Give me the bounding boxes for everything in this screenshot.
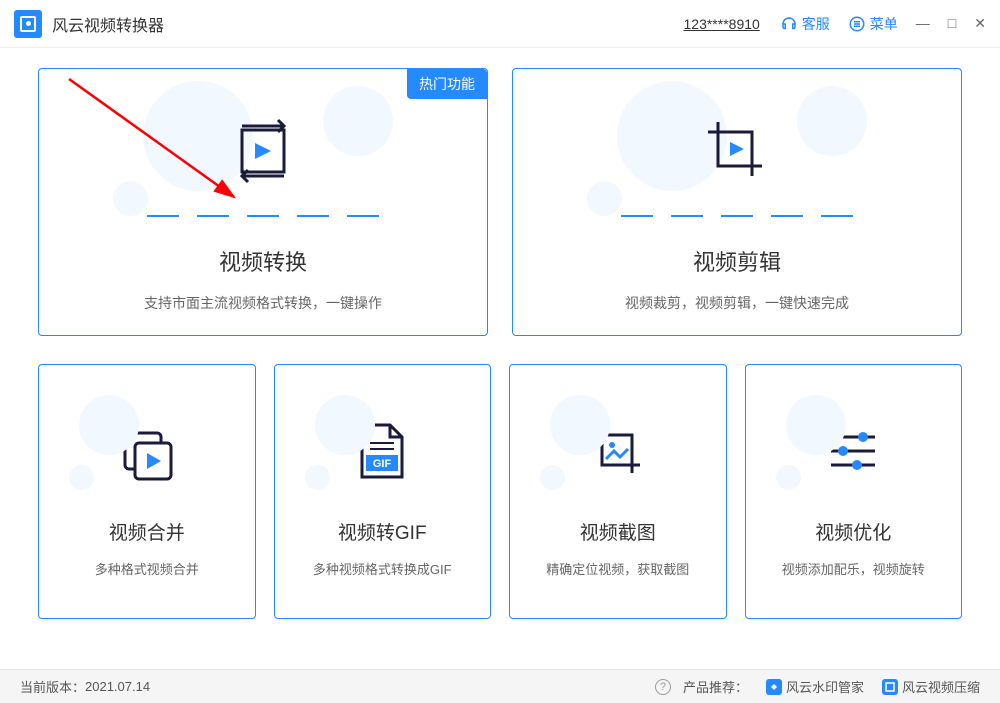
convert-icon [228, 116, 298, 186]
card-title: 视频截图 [580, 518, 656, 545]
app-logo [14, 10, 42, 38]
account-id[interactable]: 123****8910 [684, 16, 760, 32]
app-badge-icon [882, 679, 898, 695]
version-value: 2021.07.14 [85, 679, 150, 694]
main-content: 热门功能 视频转换 支持市面主流视频格式转换，一键操作 视频剪辑 视频裁剪，视频… [0, 48, 1000, 629]
recommend-watermark[interactable]: 风云水印管家 [766, 677, 864, 696]
card-video-gif[interactable]: GIF 视频转GIF 多种视频格式转换成GIF [274, 364, 492, 619]
card-subtitle: 视频裁剪，视频剪辑，一键快速完成 [625, 293, 849, 313]
card-video-merge[interactable]: 视频合并 多种格式视频合并 [38, 364, 256, 619]
card-video-optimize[interactable]: 视频优化 视频添加配乐，视频旋转 [745, 364, 963, 619]
card-subtitle: 多种格式视频合并 [95, 559, 199, 578]
recommend-label: 产品推荐： [683, 677, 748, 696]
divider [147, 215, 379, 217]
maximize-button[interactable]: □ [948, 15, 956, 32]
divider [621, 215, 853, 217]
card-video-edit[interactable]: 视频剪辑 视频裁剪，视频剪辑，一键快速完成 [512, 68, 962, 336]
menu-icon [848, 15, 866, 33]
card-subtitle: 精确定位视频，获取截图 [546, 559, 689, 578]
titlebar: 风云视频转换器 123****8910 客服 菜单 — □ ✕ [0, 0, 1000, 48]
card-title: 视频优化 [815, 518, 891, 545]
statusbar: 当前版本： 2021.07.14 ? 产品推荐： 风云水印管家 风云视频压缩 [0, 669, 1000, 703]
recommend-compress[interactable]: 风云视频压缩 [882, 677, 980, 696]
app-badge-icon [766, 679, 782, 695]
card-title: 视频转GIF [338, 518, 427, 545]
crop-icon [702, 116, 772, 186]
svg-text:GIF: GIF [373, 458, 392, 470]
card-subtitle: 支持市面主流视频格式转换，一键操作 [144, 293, 382, 313]
close-button[interactable]: ✕ [974, 15, 986, 32]
version-label: 当前版本： [20, 677, 85, 696]
window-controls: — □ ✕ [916, 15, 986, 32]
help-icon[interactable]: ? [655, 679, 671, 695]
card-subtitle: 多种视频格式转换成GIF [313, 559, 452, 578]
card-title: 视频转换 [219, 245, 307, 277]
app-title: 风云视频转换器 [52, 12, 164, 36]
card-title: 视频合并 [109, 518, 185, 545]
menu-button[interactable]: 菜单 [848, 14, 898, 34]
minimize-button[interactable]: — [916, 15, 930, 32]
card-subtitle: 视频添加配乐，视频旋转 [782, 559, 925, 578]
support-button[interactable]: 客服 [780, 14, 830, 34]
card-title: 视频剪辑 [693, 245, 781, 277]
headset-icon [780, 15, 798, 33]
card-video-convert[interactable]: 热门功能 视频转换 支持市面主流视频格式转换，一键操作 [38, 68, 488, 336]
card-video-screenshot[interactable]: 视频截图 精确定位视频，获取截图 [509, 364, 727, 619]
